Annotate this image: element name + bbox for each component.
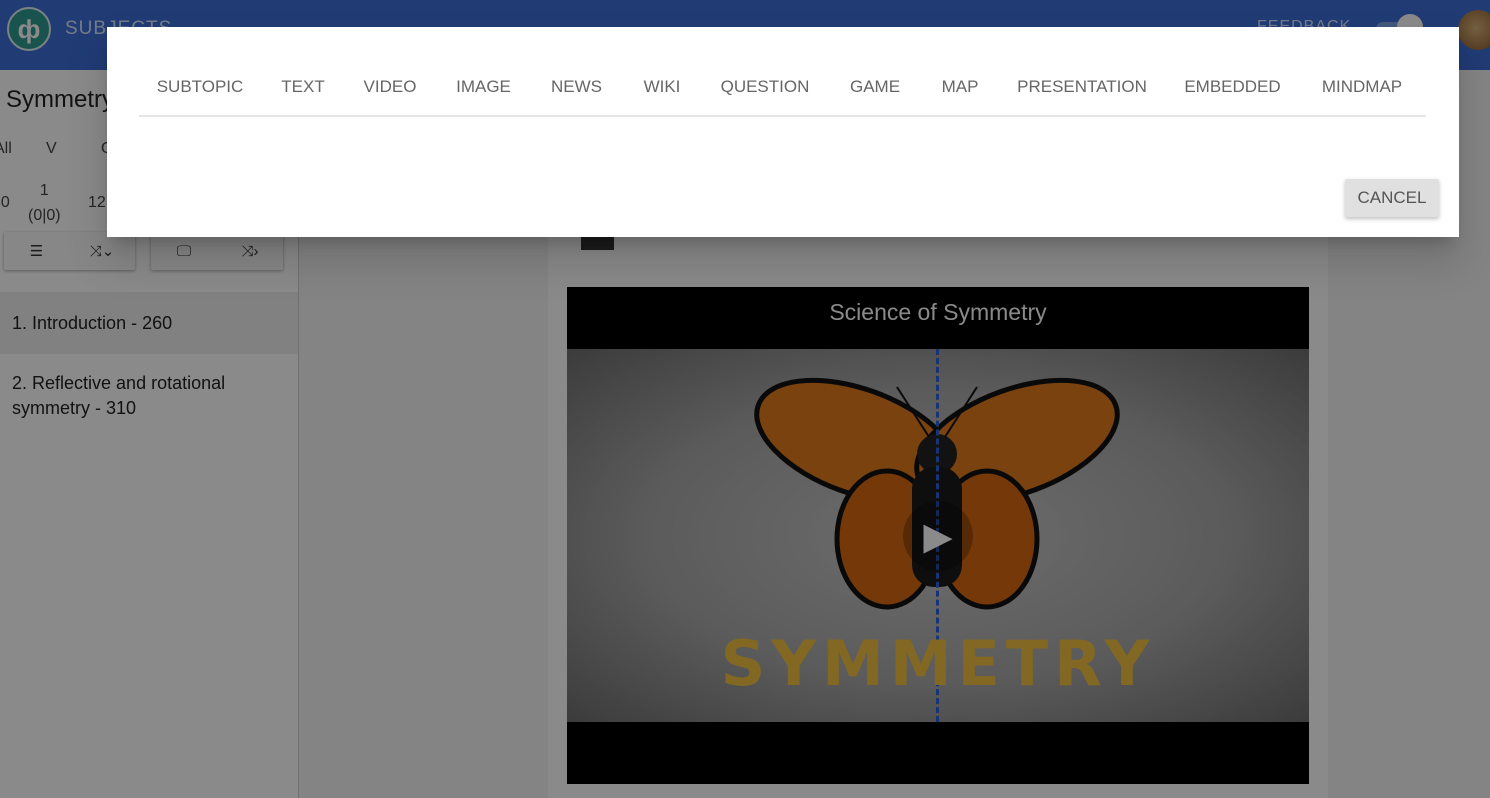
- tab-map[interactable]: MAP: [923, 59, 997, 115]
- tab-game[interactable]: GAME: [827, 59, 923, 115]
- tab-subtopic[interactable]: SUBTOPIC: [139, 59, 261, 115]
- tab-question[interactable]: QUESTION: [703, 59, 827, 115]
- tab-presentation[interactable]: PRESENTATION: [997, 59, 1167, 115]
- tab-text[interactable]: TEXT: [261, 59, 345, 115]
- add-content-dialog: SUBTOPIC TEXT VIDEO IMAGE NEWS WIKI QUES…: [107, 27, 1459, 237]
- tab-image[interactable]: IMAGE: [435, 59, 532, 115]
- tab-video[interactable]: VIDEO: [345, 59, 435, 115]
- tab-mindmap[interactable]: MINDMAP: [1298, 59, 1426, 115]
- tab-embedded[interactable]: EMBEDDED: [1167, 59, 1298, 115]
- content-type-tabs: SUBTOPIC TEXT VIDEO IMAGE NEWS WIKI QUES…: [139, 59, 1426, 117]
- cancel-button[interactable]: CANCEL: [1345, 179, 1439, 217]
- tab-news[interactable]: NEWS: [532, 59, 621, 115]
- tab-wiki[interactable]: WIKI: [621, 59, 703, 115]
